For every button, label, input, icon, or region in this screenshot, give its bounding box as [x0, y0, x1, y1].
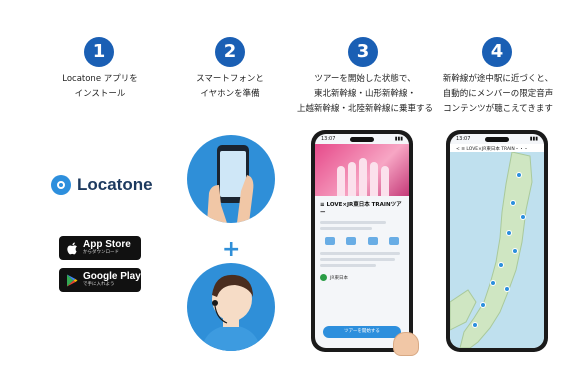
- tour-title: ≡ LOVE×JR東日本 TRAINツアー: [320, 202, 402, 216]
- earphone-person-illustration: [187, 263, 275, 351]
- step-3-text: ツアーを開始した状態で、 東北新幹線・山形新幹線・ 上越新幹線・北陸新幹線に乗車…: [295, 72, 435, 117]
- start-tour-button[interactable]: ツアーを開始する: [323, 326, 401, 338]
- step-4-line-1: 新幹線が途中駅に近づくと、: [442, 74, 554, 84]
- step-3-line-1: ツアーを開始した状態で、: [314, 74, 416, 84]
- step-2-line-2: イヤホンを準備: [200, 89, 260, 99]
- japan-map: [450, 151, 544, 348]
- step-4-line-3: コンテンツが聴こえてきます: [443, 104, 553, 114]
- phone4-time: 13:07: [456, 136, 471, 142]
- google-play-subtitle: で手に入れよう: [83, 282, 115, 288]
- google-play-title: Google Play: [83, 271, 141, 283]
- step-4-line-2: 自動的にメンバーの限定音声: [442, 89, 554, 99]
- smartphone-illustration: [187, 135, 275, 223]
- tour-action-3[interactable]: [367, 237, 378, 245]
- google-play-icon: [65, 273, 79, 287]
- map-pin[interactable]: [520, 214, 526, 220]
- app-store-badge[interactable]: App Store からダウンロード: [59, 236, 141, 260]
- map-pin[interactable]: [510, 200, 516, 206]
- jr-logo-icon: [320, 274, 327, 281]
- apple-icon: [65, 241, 79, 255]
- map-pin[interactable]: [498, 262, 504, 268]
- plus-sign: +: [222, 237, 241, 262]
- map-pin[interactable]: [490, 280, 496, 286]
- map-pin[interactable]: [472, 322, 478, 328]
- step-2-number: 2: [215, 37, 245, 67]
- step-3-line-2: 東北新幹線・山形新幹線・: [313, 89, 416, 99]
- locatone-logo-text: Locatone: [77, 175, 153, 194]
- operator-row: JR東日本: [315, 270, 409, 285]
- step-1-line-1: Locatone アプリを: [62, 74, 138, 84]
- app-store-subtitle: からダウンロード: [83, 250, 119, 256]
- step-4-number: 4: [482, 37, 512, 67]
- locatone-logo-icon: [51, 175, 71, 195]
- step-1-number: 1: [84, 37, 114, 67]
- tapping-finger-illustration: [393, 332, 419, 356]
- step-2-text: スマートフォンと イヤホンを準備: [175, 72, 285, 102]
- map-pin[interactable]: [504, 286, 510, 292]
- operator-name: JR東日本: [330, 275, 348, 281]
- step-3-line-3: 上越新幹線・北陸新幹線に乗車する: [296, 104, 433, 114]
- phone3-time: 13:07: [321, 136, 336, 142]
- step-1-line-2: インストール: [74, 89, 126, 99]
- app-store-title: App Store: [83, 239, 131, 251]
- step-2-line-1: スマートフォンと: [196, 74, 264, 84]
- instruction-panel: 1 2 3 4 Locatone アプリを インストール スマートフォンと イヤ…: [5, 10, 566, 370]
- phone-tour-screen: 13:07 ▮▮▮ ≡ LOVE×JR東日本 TRAINツアー JR東日本 ツア…: [311, 130, 413, 352]
- phone-map-screen: 13:07 ▮▮▮ < ≡ LOVE×JR東日本 TRAIN・・・: [446, 130, 548, 352]
- tour-hero-image: [315, 144, 409, 196]
- map-pin[interactable]: [512, 248, 518, 254]
- step-4-text: 新幹線が途中駅に近づくと、 自動的にメンバーの限定音声 コンテンツが聴こえてきま…: [433, 72, 563, 117]
- tour-action-2[interactable]: [346, 237, 357, 245]
- step-3-number: 3: [348, 37, 378, 67]
- tour-action-1[interactable]: [324, 237, 335, 245]
- map-pin[interactable]: [516, 172, 522, 178]
- tour-action-4[interactable]: [389, 237, 400, 245]
- tour-actions: [315, 233, 409, 249]
- map-pin[interactable]: [506, 230, 512, 236]
- locatone-logo: Locatone: [51, 175, 153, 195]
- google-play-badge[interactable]: Google Play で手に入れよう: [59, 268, 141, 292]
- map-pin[interactable]: [480, 302, 486, 308]
- step-1-text: Locatone アプリを インストール: [45, 72, 155, 102]
